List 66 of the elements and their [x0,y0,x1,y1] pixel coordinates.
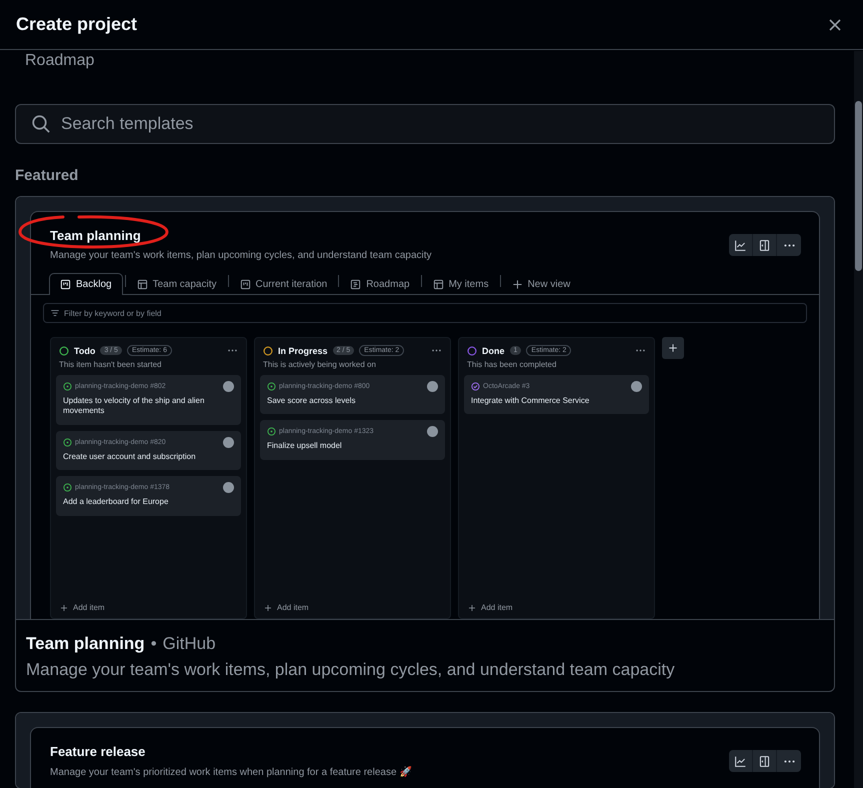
side-panel-icon [758,754,771,768]
issue-title: Add a leaderboard for Europe [63,497,170,508]
avatar [427,426,438,438]
open-issue-icon [267,427,276,436]
column-name: Todo [74,346,96,356]
add-item-button[interactable]: Add item [464,603,517,612]
search-field[interactable]: Search templates [15,104,835,144]
filter-icon [50,308,60,318]
column-description: This has been completed [466,359,558,371]
scrollbar[interactable] [854,51,863,788]
check-circle-icon [471,382,480,391]
chart-icon [734,238,747,252]
open-issue-icon [63,438,72,447]
issue-title: Updates to velocity of the ship and alien movements [63,396,206,417]
column-name: Done [482,346,504,356]
close-icon [827,16,843,32]
roadmap-icon [350,279,362,290]
issue-title: Finalize upsell model [267,441,343,452]
separator-dot: • [150,634,157,654]
dialog-title: Create project [16,14,138,35]
search-icon [31,114,51,134]
plus-icon [264,604,272,612]
view-tab[interactable]: Current iteration [230,273,336,295]
template-description: Manage your team's work items, plan upcoming cycles, and understand team capacity [50,250,432,261]
avatar [427,381,438,392]
chart-icon [734,754,747,768]
plus-icon [512,279,523,290]
issue-title: Save score across levels [267,396,356,406]
template-title: Team planning [50,228,142,243]
plus-icon [468,604,476,612]
view-tab[interactable]: Team capacity [128,273,226,295]
plus-icon [60,604,68,612]
template-author: GitHub [162,634,216,654]
avatar [631,381,642,392]
scroll-thumb[interactable] [855,101,862,271]
avatar [223,436,234,448]
avatar [223,381,234,392]
table-icon [136,279,148,290]
board-icon [240,279,250,290]
column-description: This is actively being worked on [262,359,377,371]
add-item-button[interactable]: Add item [260,603,313,612]
column-description: This item hasn't been started [58,359,162,371]
filter-field[interactable]: Filter by keyword or by field [43,303,807,323]
board-icon [60,279,71,290]
view-tab[interactable]: My items [424,273,498,295]
template-description: Manage your team's prioritized work items when planning for a feature release 🚀 [50,766,412,778]
avatar [223,482,234,494]
view-tab[interactable]: Roadmap [341,273,419,295]
view-tab[interactable]: Backlog [49,273,123,295]
side-panel-icon [758,238,771,252]
template-description: Manage your team's work items, plan upcoming cycles, and understand team capacity [26,660,676,680]
column-name: In Progress [278,346,328,356]
add-column-button[interactable] [662,337,684,359]
add-item-button[interactable]: Add item [56,603,109,612]
template-name: Team planning [26,634,145,654]
section-label: Roadmap [25,51,94,70]
open-issue-icon [267,382,276,391]
issue-title: Integrate with Commerce Service [471,396,590,406]
table-icon [432,279,444,290]
view-tab[interactable]: New view [502,273,580,295]
plus-icon [668,343,678,353]
section-heading: Featured [15,167,80,184]
open-issue-icon [63,382,72,391]
issue-title: Create user account and subscription [63,452,197,462]
open-issue-icon [63,483,72,492]
template-title: Feature release [50,744,146,759]
